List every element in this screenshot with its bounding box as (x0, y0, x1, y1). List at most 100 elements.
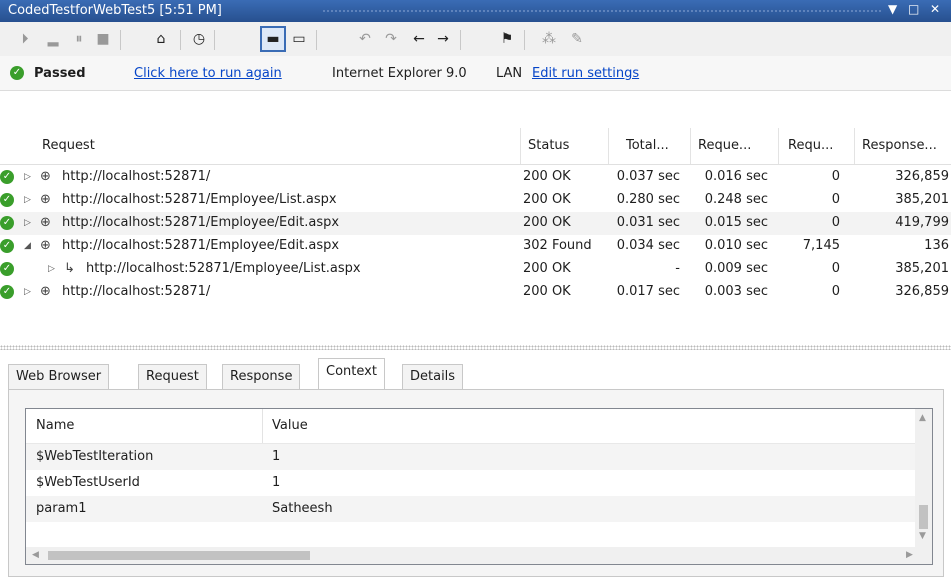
total-time-cell: - (675, 261, 680, 276)
response-size-cell: 419,799 (895, 215, 949, 230)
clock-icon[interactable]: ◷ (188, 28, 210, 50)
context-row[interactable]: param1 Satheesh (26, 496, 916, 522)
browser-label: Internet Explorer 9.0 (332, 66, 467, 81)
request-size-cell: 0 (831, 261, 840, 276)
table-row[interactable]: ✓ ▷ ⊕ http://localhost:52871/Employee/List.… (0, 189, 951, 212)
context-row[interactable]: $WebTestIteration 1 (26, 444, 916, 470)
status-cell: 200 OK (523, 169, 571, 184)
horizontal-scrollbar[interactable]: ◀ ▶ (26, 547, 932, 564)
request-time-cell: 0.015 sec (704, 215, 768, 230)
request-grid-header: Request Status Total... Reque... Requ...… (0, 128, 951, 165)
col-value[interactable]: Value (272, 418, 308, 433)
tab-context[interactable]: Context (318, 358, 385, 390)
tab-details[interactable]: Details (402, 364, 464, 390)
col-name[interactable]: Name (36, 418, 74, 433)
tree-icon[interactable]: ⁂ (538, 28, 560, 50)
run-status-bar: ✓ Passed Click here to run again Interne… (0, 56, 951, 91)
collapse-icon[interactable]: ◢ (24, 241, 31, 251)
scroll-right-icon[interactable]: ▶ (906, 550, 913, 560)
total-time-cell: 0.017 sec (616, 284, 680, 299)
scroll-up-icon[interactable]: ▲ (919, 413, 926, 423)
table-row[interactable]: ✓ ▷ ⊕ http://localhost:52871/Employee/Edit.… (0, 212, 951, 235)
title-bar: CodedTestforWebTest5 [5:51 PM] ▼ □ ✕ (0, 0, 951, 22)
request-url: http://localhost:52871/Employee/Edit.asp… (62, 238, 340, 253)
vertical-scrollbar[interactable]: ▲ ▼ (915, 409, 932, 547)
request-url: http://localhost:52871/Employee/List.asp… (86, 261, 361, 276)
context-row[interactable]: $WebTestUserId 1 (26, 470, 916, 496)
col-status[interactable]: Status (528, 138, 569, 153)
tab-request[interactable]: Request (138, 364, 207, 390)
dropdown-icon[interactable]: ▼ (888, 2, 897, 16)
expand-icon[interactable]: ▷ (24, 195, 31, 205)
undo-icon[interactable]: ↶ (354, 28, 376, 50)
context-list: Name Value $WebTestIteration 1 $WebTestU… (25, 408, 933, 565)
col-total[interactable]: Total... (626, 138, 669, 153)
redirect-arrow-icon: ↳ (64, 261, 75, 276)
splitter-handle[interactable] (0, 345, 951, 350)
col-request[interactable]: Request (42, 138, 95, 153)
table-row[interactable]: ✓ ▷ ↳ http://localhost:52871/Employee/List.… (0, 258, 951, 281)
passed-check-icon: ✓ (0, 193, 14, 207)
context-panel: Name Value $WebTestIteration 1 $WebTestU… (8, 389, 944, 577)
browser-icon[interactable]: ⌂ (150, 28, 172, 50)
col-response-size[interactable]: Response... (862, 138, 937, 153)
horizontal-scroll-thumb[interactable] (48, 551, 310, 560)
table-row[interactable]: ✓ ▷ ⊕ http://localhost:52871/200 OK 0.037 se… (0, 166, 951, 189)
tab-response[interactable]: Response (222, 364, 301, 390)
response-size-cell: 385,201 (895, 192, 949, 207)
run-again-link[interactable]: Click here to run again (134, 66, 282, 81)
context-name: param1 (36, 501, 87, 516)
user-icon[interactable]: ⚑ (496, 28, 518, 50)
request-size-cell: 7,145 (802, 238, 840, 253)
response-size-cell: 326,859 (895, 169, 949, 184)
expand-icon[interactable]: ▷ (24, 172, 31, 182)
window-icon[interactable]: ▬ (260, 26, 286, 52)
vertical-scroll-thumb[interactable] (919, 505, 928, 529)
request-time-cell: 0.010 sec (704, 238, 768, 253)
pause-icon[interactable]: ⏸ (68, 28, 90, 50)
table-row[interactable]: ✓ ◢ ⊕ http://localhost:52871/Employee/Edit.… (0, 235, 951, 258)
passed-check-icon: ✓ (0, 239, 14, 253)
expand-icon[interactable]: ▷ (24, 287, 31, 297)
passed-check-icon: ✓ (0, 216, 14, 230)
back-icon[interactable]: ← (408, 28, 430, 50)
globe-request-icon: ⊕ (40, 284, 51, 299)
table-row[interactable]: ✓ ▷ ⊕ http://localhost:52871/200 OK 0.017 se… (0, 281, 951, 304)
status-cell: 200 OK (523, 192, 571, 207)
report-icon[interactable]: ✎ (566, 28, 588, 50)
context-header: Name Value (26, 409, 916, 444)
scroll-down-icon[interactable]: ▼ (919, 531, 926, 541)
passed-check-icon: ✓ (0, 262, 14, 276)
toolbar: ⏵ ▂ ⏸ ■ ⌂ ◷ ▬ ▭ ↶ ↷ ← → ⚑ ⁂ ✎ (0, 22, 951, 56)
globe-request-icon: ⊕ (40, 238, 51, 253)
expand-icon[interactable]: ▷ (24, 218, 31, 228)
globe-request-icon: ⊕ (40, 169, 51, 184)
request-size-cell: 0 (831, 215, 840, 230)
stop-icon[interactable]: ■ (92, 28, 114, 50)
network-label: LAN (496, 66, 523, 81)
passed-check-icon: ✓ (10, 66, 24, 80)
col-request-size[interactable]: Requ... (788, 138, 833, 153)
maximize-icon[interactable]: □ (908, 2, 919, 16)
passed-check-icon: ✓ (0, 170, 14, 184)
context-name: $WebTestIteration (36, 449, 154, 464)
folder-icon[interactable]: ▭ (288, 28, 310, 50)
globe-request-icon: ⊕ (40, 192, 51, 207)
chart-icon[interactable]: ▂ (42, 28, 64, 50)
redo-icon[interactable]: ↷ (380, 28, 402, 50)
close-icon[interactable]: ✕ (930, 2, 940, 16)
request-size-cell: 0 (831, 169, 840, 184)
edit-run-settings-link[interactable]: Edit run settings (532, 66, 639, 81)
request-time-cell: 0.016 sec (704, 169, 768, 184)
play-icon[interactable]: ⏵ (14, 28, 36, 50)
expand-icon[interactable]: ▷ (48, 264, 55, 274)
forward-icon[interactable]: → (432, 28, 454, 50)
tab-web-browser[interactable]: Web Browser (8, 364, 110, 390)
col-request-time[interactable]: Reque... (698, 138, 751, 153)
request-size-cell: 0 (831, 284, 840, 299)
request-size-cell: 0 (831, 192, 840, 207)
title-drag-grip[interactable] (322, 9, 881, 13)
scroll-left-icon[interactable]: ◀ (32, 550, 39, 560)
window-title: CodedTestforWebTest5 [5:51 PM] (8, 3, 222, 18)
status-cell: 200 OK (523, 215, 571, 230)
